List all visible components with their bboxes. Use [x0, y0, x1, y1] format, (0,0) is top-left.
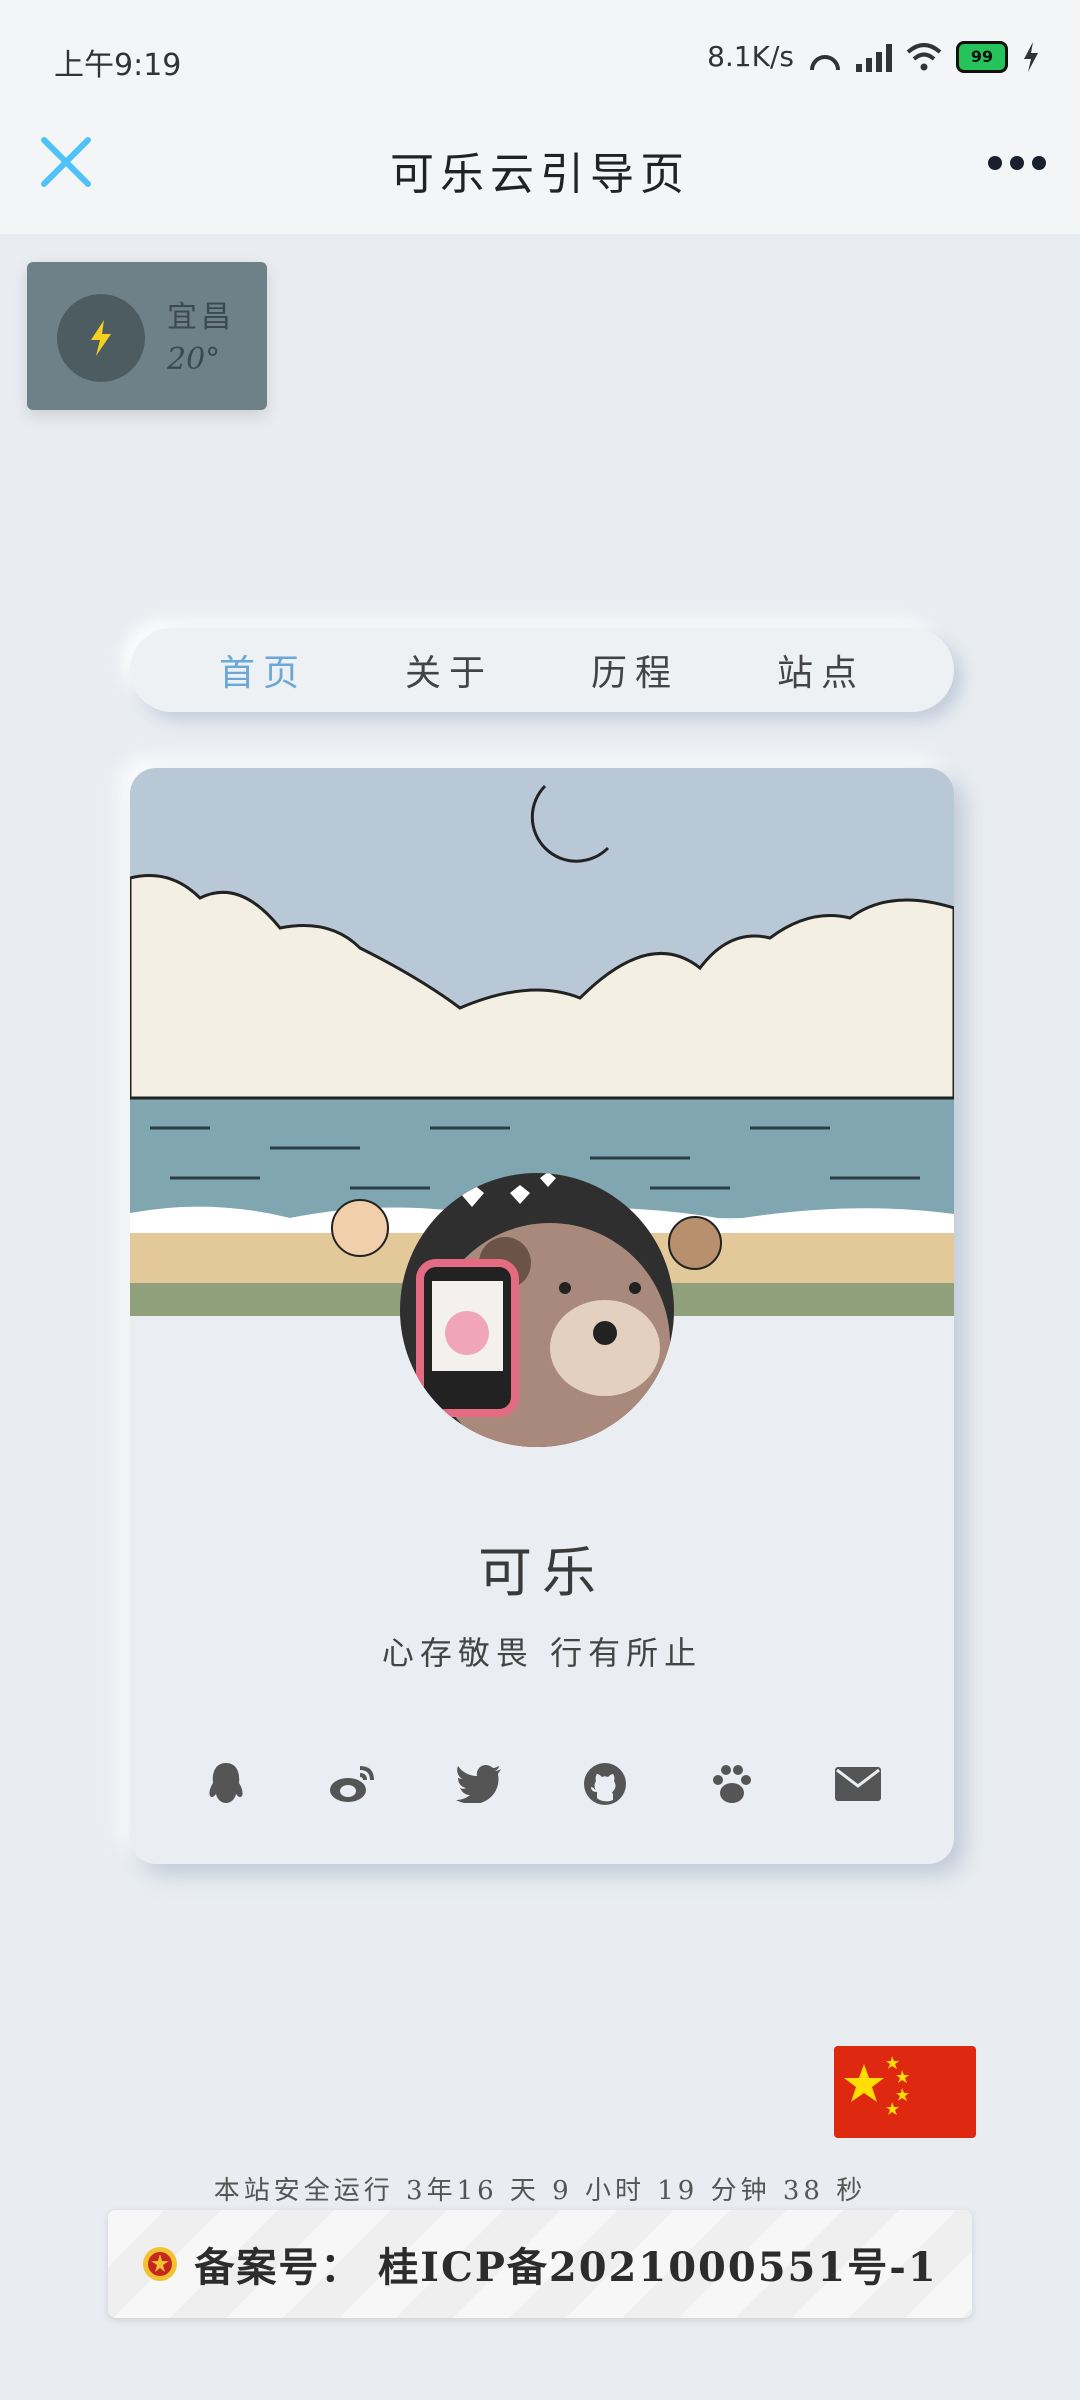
more-dot-icon: [1010, 156, 1024, 170]
profile-name: 可乐: [478, 1541, 606, 1604]
police-badge-icon: [143, 2247, 178, 2281]
nav-item-sites[interactable]: 站点: [777, 644, 865, 696]
more-dot-icon: [988, 156, 1002, 170]
network-speed: 8.1K/s: [707, 40, 794, 73]
weather-widget[interactable]: 宜昌 20°: [27, 262, 267, 410]
profile-card: 可乐 心存敬畏 行有所止: [130, 768, 954, 1864]
weibo-icon[interactable]: [326, 1758, 378, 1810]
mail-icon[interactable]: [832, 1758, 884, 1810]
twitter-icon[interactable]: [453, 1758, 505, 1810]
qq-icon[interactable]: [200, 1758, 252, 1810]
icp-filing-link[interactable]: 备案号： 桂ICP备2021000551号-1: [108, 2210, 972, 2318]
wifi-icon: [906, 42, 942, 70]
lightning-icon: [91, 320, 111, 356]
avatar[interactable]: [400, 1173, 674, 1447]
weather-city: 宜昌: [167, 300, 235, 335]
status-bar: 上午9:19 8.1K/s 99: [0, 0, 1080, 110]
nav-item-about[interactable]: 关于: [405, 644, 493, 696]
more-dot-icon: [1032, 156, 1046, 170]
page-title: 可乐云引导页: [390, 149, 690, 200]
signal-icon: [856, 42, 892, 72]
app-header: 可乐云引导页: [0, 110, 1080, 234]
nav-item-home[interactable]: 首页: [219, 644, 307, 696]
more-menu-button[interactable]: [988, 156, 1046, 170]
charging-icon: [1024, 41, 1038, 72]
icp-number: 备案号： 桂ICP备2021000551号-1: [194, 2244, 938, 2291]
github-icon[interactable]: [579, 1758, 631, 1810]
status-icons: 8.1K/s 99: [707, 40, 1040, 73]
profile-motto: 心存敬畏 行有所止: [381, 1634, 703, 1672]
nav-item-history[interactable]: 历程: [591, 644, 679, 696]
social-links: [200, 1758, 884, 1810]
main-nav: 首页 关于 历程 站点: [130, 628, 954, 712]
paw-icon[interactable]: [706, 1758, 758, 1810]
hotspot-icon: [810, 54, 840, 70]
status-time: 上午9:19: [54, 48, 182, 83]
battery-indicator: 99: [956, 40, 1008, 73]
weather-icon-circle: [57, 294, 145, 382]
china-flag-icon: [834, 2046, 976, 2138]
site-runtime: 本站安全运行 3年16 天 9 小时 19 分钟 38 秒: [213, 2176, 867, 2206]
weather-temperature: 20°: [167, 342, 221, 377]
